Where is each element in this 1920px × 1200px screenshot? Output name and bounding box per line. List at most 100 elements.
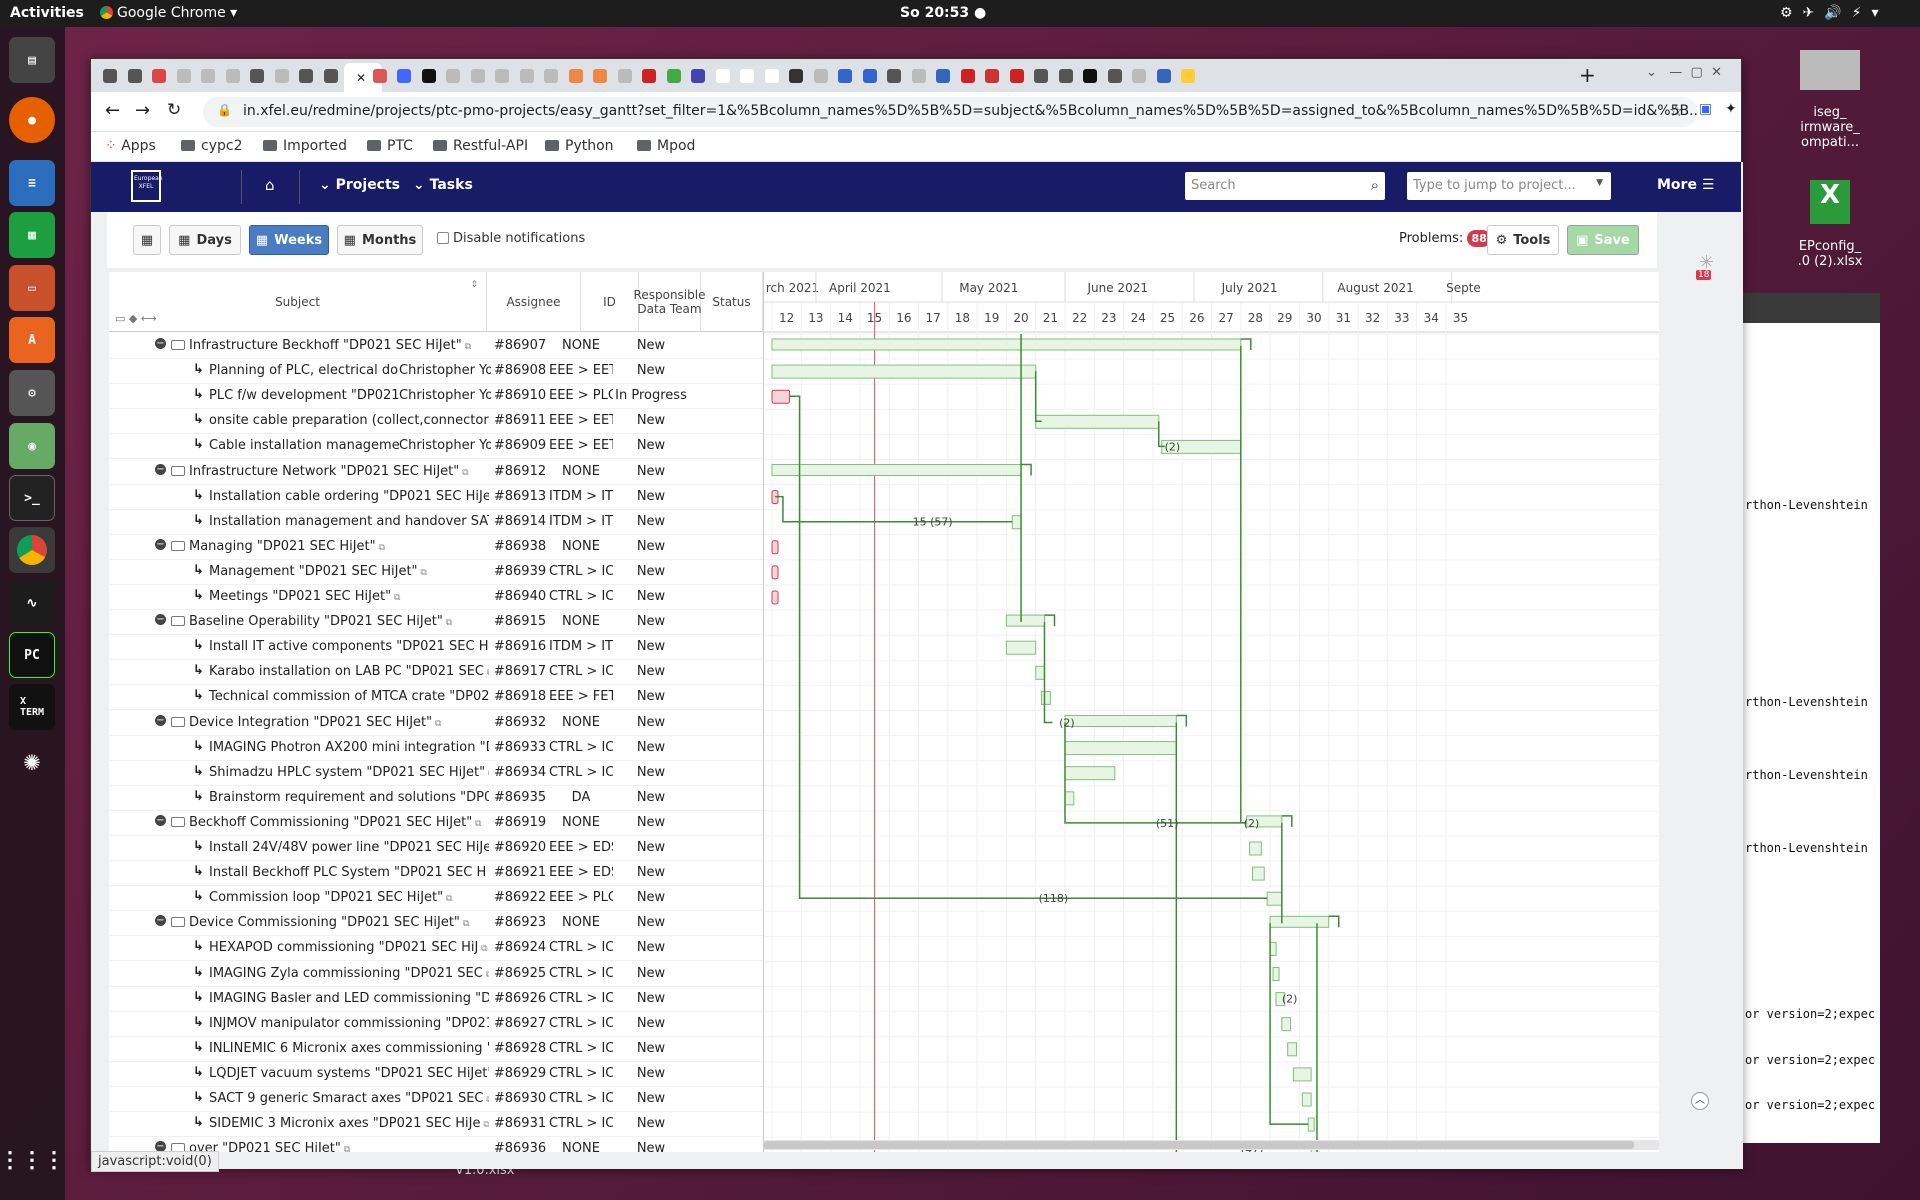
collapse-toggle-icon[interactable]: − (155, 338, 166, 349)
terminal-icon[interactable]: >_ (9, 475, 55, 521)
browser-tab[interactable] (712, 65, 734, 87)
task-subject[interactable]: INLINEMIC 6 Micronix axes commissioning … (209, 1041, 489, 1056)
column-team[interactable]: Responsible Data Team (634, 272, 705, 332)
browser-tab[interactable] (1177, 65, 1199, 87)
task-subject[interactable]: SACT 9 generic Smaract axes "DP021 SEC ⧉ (209, 1091, 489, 1106)
task-row[interactable]: ↳ Install 24V/48V power line "DP021 SEC H… (109, 836, 763, 861)
more-menu[interactable]: More ☰ (1657, 177, 1714, 193)
tools-button[interactable]: ⚙ Tools (1487, 225, 1559, 255)
gantt-bar[interactable] (1293, 1067, 1312, 1082)
task-subject[interactable]: Shimadzu HPLC system "DP021 SEC HiJet" ⧉ (209, 765, 489, 780)
browser-tab[interactable] (393, 65, 415, 87)
browser-tab[interactable] (418, 65, 440, 87)
tree-controls-icon[interactable]: ▭ ◆ ⟷ (115, 312, 157, 326)
task-subject[interactable]: Install Beckhoff PLC System "DP021 SEC H… (209, 865, 489, 880)
task-row[interactable]: ↳ Install IT active components "DP021 SEC… (109, 635, 763, 661)
browser-tab[interactable] (908, 65, 930, 87)
system-monitor-icon[interactable]: ∿ (9, 580, 55, 626)
star-icon[interactable]: ☆ (1669, 101, 1683, 120)
task-subject[interactable]: IMAGING Photron AX200 mini integration "… (209, 740, 489, 755)
extension-icon[interactable]: ▣ (1699, 101, 1712, 117)
browser-tab[interactable] (271, 65, 293, 87)
browser-tab[interactable] (810, 65, 832, 87)
new-tab-icon[interactable]: + (1579, 63, 1596, 87)
task-subject[interactable]: Meetings "DP021 SEC HiJet" ⧉ (209, 589, 489, 604)
gantt-bar[interactable] (1005, 640, 1037, 655)
bookmark-folder[interactable]: Restful-API (433, 138, 528, 154)
task-subject[interactable]: IMAGING Basler and LED commissioning "D … (209, 991, 489, 1006)
browser-tab[interactable] (246, 65, 268, 87)
calc-icon[interactable]: ▦ (9, 212, 55, 258)
task-subject[interactable]: Infrastructure Network "DP021 SEC HiJet"… (189, 464, 489, 479)
scroll-up-icon[interactable]: ︿ (1691, 1092, 1709, 1110)
system-tray-icons[interactable]: ⚙✈🔊⚡▾ (1780, 5, 1889, 21)
task-row[interactable]: ↳ INJMOV manipulator commissioning "DP021… (109, 1012, 763, 1037)
task-row[interactable]: ↳ SIDEMIC 3 Micronix axes "DP021 SEC HiJe… (109, 1112, 763, 1138)
browser-tab[interactable] (565, 65, 587, 87)
browser-tab[interactable] (222, 65, 244, 87)
app-menu[interactable]: Google Chrome ▾ (100, 5, 237, 21)
gantt-bar-problem[interactable] (771, 565, 779, 580)
open-link-icon[interactable]: ⧉ (480, 1120, 489, 1130)
writer-icon[interactable]: ≡ (9, 160, 55, 206)
bookmark-apps[interactable]: ⁘ Apps (105, 138, 156, 154)
zoom-weeks-button[interactable]: ▦ Weeks (249, 225, 329, 255)
gantt-bar[interactable] (1064, 791, 1075, 806)
column-status[interactable]: Status (701, 272, 763, 332)
impress-icon[interactable]: ▭ (9, 265, 55, 311)
task-row[interactable]: − Baseline Operability "DP021 SEC HiJet" … (109, 610, 763, 636)
forward-icon[interactable]: → (135, 100, 150, 121)
browser-tab[interactable] (148, 65, 170, 87)
gantt-bar-problem[interactable] (771, 540, 779, 555)
task-row[interactable]: ↳ LQDJET vacuum systems "DP021 SEC HiJet"… (109, 1062, 763, 1087)
task-subject[interactable]: Install IT active components "DP021 SEC … (209, 639, 489, 654)
task-row[interactable]: ↳ HEXAPOD commissioning "DP021 SEC HiJ ⧉ #… (109, 936, 763, 962)
open-link-icon[interactable]: ⧉ (483, 970, 489, 980)
gantt-bar[interactable] (1252, 866, 1265, 881)
gantt-bar[interactable] (1011, 515, 1022, 530)
column-assignee[interactable]: Assignee (487, 272, 581, 332)
task-subject[interactable]: Managing "DP021 SEC HiJet" ⧉ (189, 539, 489, 554)
task-row[interactable]: − Beckhoff Commissioning "DP021 SEC HiJet… (109, 811, 763, 836)
tasks-menu[interactable]: ⌄ Tasks (413, 177, 473, 193)
task-row[interactable]: ↳ INLINEMIC 6 Micronix axes commissioning… (109, 1037, 763, 1062)
browser-tab[interactable] (1030, 65, 1052, 87)
gantt-parent-bar[interactable] (771, 338, 1242, 351)
browser-tab[interactable] (614, 65, 636, 87)
gantt-bar-problem[interactable] (771, 590, 779, 605)
horizontal-scrollbar-thumb[interactable] (764, 1141, 1634, 1149)
collapse-toggle-icon[interactable]: − (155, 814, 166, 826)
open-link-icon[interactable]: ⧉ (432, 719, 441, 729)
browser-tab[interactable] (173, 65, 195, 87)
pycharm-icon[interactable]: PC (9, 632, 55, 678)
task-row[interactable]: − Infrastructure Network "DP021 SEC HiJet… (109, 460, 763, 485)
browser-tab[interactable] (883, 65, 905, 87)
bookmark-folder[interactable]: cypc2 (181, 138, 242, 154)
task-row[interactable]: ↳ Technical commission of MTCA crate "DP0… (109, 685, 763, 711)
task-subject[interactable]: IMAGING Zyla commissioning "DP021 SEC ⧉ (209, 966, 489, 981)
open-link-icon[interactable]: ⧉ (443, 618, 452, 628)
task-row[interactable]: ↳ Meetings "DP021 SEC HiJet" ⧉ #86940 CTRL … (109, 585, 763, 610)
task-subject[interactable]: Installation cable ordering "DP021 SEC H… (209, 489, 489, 504)
task-subject[interactable]: LQDJET vacuum systems "DP021 SEC HiJet" … (209, 1066, 489, 1081)
task-subject[interactable]: Technical commission of MTCA crate "DP02… (209, 689, 489, 704)
zoom-months-button[interactable]: ▦ Months (337, 225, 423, 255)
checkbox[interactable] (437, 232, 449, 244)
task-row[interactable]: ↳ Installation management and handover SA… (109, 510, 763, 535)
collapse-toggle-icon[interactable]: − (155, 538, 166, 550)
browser-tab[interactable] (1153, 65, 1175, 87)
task-row[interactable]: ↳ onsite cable preparation (collect,conne… (109, 409, 763, 435)
gantt-bar[interactable] (1266, 891, 1283, 906)
puzzle-icon[interactable]: ✦ (1725, 101, 1737, 117)
desktop-file-item[interactable]: X EPconfig_ .0 (2).xlsx (1780, 165, 1880, 269)
browser-tab[interactable] (736, 65, 758, 87)
browser-tab[interactable] (785, 65, 807, 87)
open-link-icon[interactable]: ⧉ (459, 468, 468, 478)
open-link-icon[interactable]: ⧉ (472, 819, 481, 829)
browser-tab[interactable] (1079, 65, 1101, 87)
home-icon[interactable]: ⌂ (265, 176, 275, 194)
collapse-toggle-icon[interactable]: − (155, 915, 166, 927)
url-bar[interactable]: 🔒 in.xfel.eu/redmine/projects/ptc-pmo-pr… (203, 97, 1698, 127)
task-row[interactable]: − Device Commissioning "DP021 SEC HiJet" … (109, 911, 763, 937)
browser-tab[interactable] (834, 65, 856, 87)
